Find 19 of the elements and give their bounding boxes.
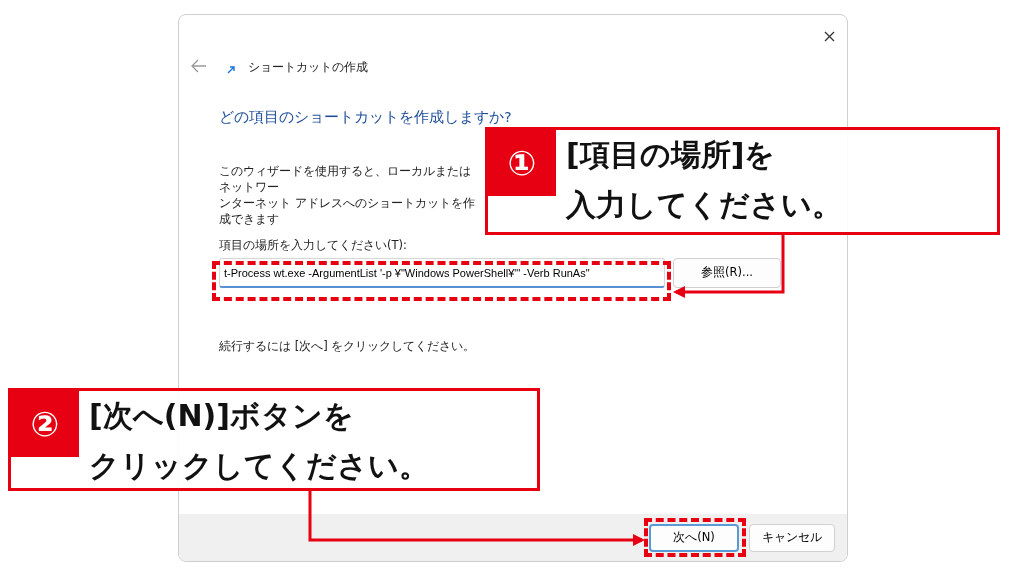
- browse-button[interactable]: 参照(R)...: [673, 258, 781, 288]
- back-arrow-icon[interactable]: [191, 59, 207, 73]
- next-button[interactable]: 次へ(N): [649, 523, 739, 552]
- step-number: ②: [11, 391, 79, 457]
- close-icon[interactable]: [824, 31, 835, 42]
- callout-text: [次へ(N)]ボタンを: [89, 397, 354, 435]
- description-text: ンターネット アドレスへのショートカットを作成できます: [219, 195, 475, 226]
- location-label: 項目の場所を入力してください(T):: [219, 236, 408, 254]
- cancel-button[interactable]: キャンセル: [749, 523, 835, 552]
- callout-text: 入力してください。: [566, 186, 842, 224]
- shortcut-arrow-icon: [227, 66, 235, 74]
- description-text: このウィザードを使用すると、ローカルまたはネットワー: [219, 163, 471, 194]
- window-title: ショートカットの作成: [248, 59, 368, 76]
- callout-text: [項目の場所]を: [566, 136, 776, 174]
- callout-text: クリックしてください。: [89, 447, 429, 485]
- continue-hint: 続行するには [次へ] をクリックしてください。: [219, 338, 477, 355]
- step-number: ①: [488, 130, 556, 196]
- wizard-heading: どの項目のショートカットを作成しますか?: [219, 108, 513, 127]
- location-input-field[interactable]: t-Process wt.exe -ArgumentList '-p ¥"Windows PowerShell¥"' -Verb RunAs": [219, 258, 665, 288]
